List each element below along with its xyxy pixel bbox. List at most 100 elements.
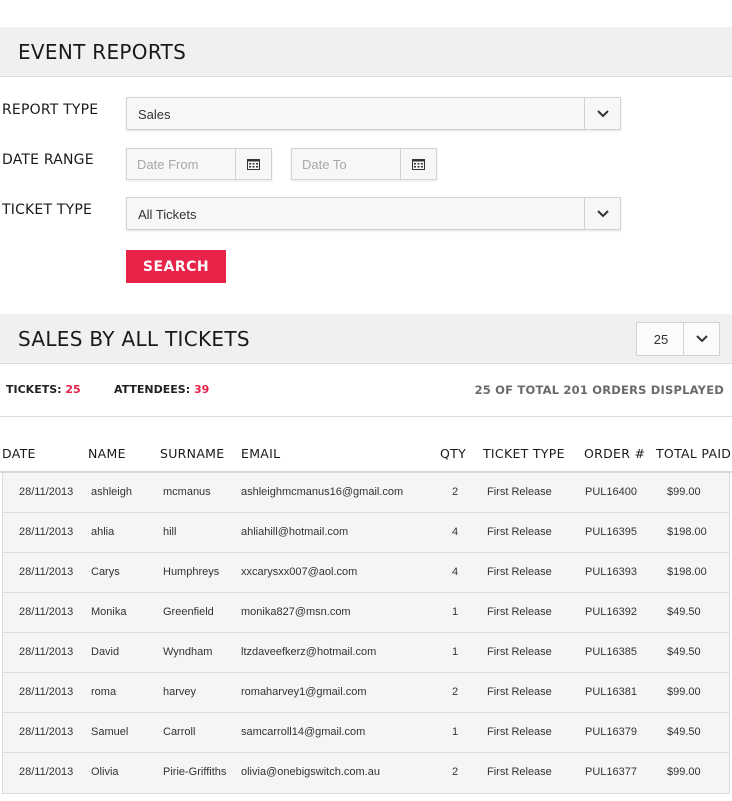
cell-ticket-type: First Release: [487, 646, 552, 658]
table-row[interactable]: 28/11/2013 ashleigh mcmanus ashleighmcma…: [3, 473, 729, 513]
cell-name: roma: [91, 686, 117, 698]
tickets-stat: TICKETS: 25: [6, 383, 81, 396]
cell-email[interactable]: samcarroll14@gmail.com: [241, 726, 365, 738]
cell-date: 28/11/2013: [19, 566, 74, 578]
cell-name: Samuel: [91, 726, 129, 738]
cell-order: PUL16393: [585, 566, 637, 578]
cell-qty: 1: [452, 606, 459, 618]
cell-total-paid: $49.50: [667, 606, 701, 618]
cell-order: PUL16377: [585, 766, 637, 778]
cell-name: Monika: [91, 606, 127, 618]
date-from-input[interactable]: [127, 149, 235, 179]
cell-ticket-type: First Release: [487, 486, 552, 498]
report-type-label: REPORT TYPE: [2, 102, 99, 118]
cell-total-paid: $99.00: [667, 766, 701, 778]
table-row[interactable]: 28/11/2013 Carys Humphreys xxcarysxx007@…: [3, 553, 729, 593]
orders-displayed-info: 25 OF TOTAL 201 ORDERS DISPLAYED: [474, 383, 724, 397]
cell-email[interactable]: romaharvey1@gmail.com: [241, 686, 367, 698]
cell-qty: 4: [452, 526, 459, 538]
chevron-down-icon[interactable]: [584, 98, 620, 129]
sales-title: SALES BY ALL TICKETS: [18, 327, 250, 351]
date-from-field[interactable]: [126, 148, 272, 180]
cell-date: 28/11/2013: [19, 526, 74, 538]
date-range-label: DATE RANGE: [2, 152, 94, 168]
cell-order: PUL16400: [585, 486, 637, 498]
column-header-ticket-type[interactable]: TICKET TYPE: [483, 446, 565, 461]
chevron-down-icon[interactable]: [683, 323, 719, 355]
cell-name: ashleigh: [91, 486, 132, 498]
cell-surname: Wyndham: [163, 646, 213, 658]
search-button[interactable]: SEARCH: [126, 250, 226, 283]
column-header-name[interactable]: NAME: [88, 446, 126, 461]
column-header-total-paid[interactable]: TOTAL PAID: [656, 446, 731, 461]
cell-qty: 2: [452, 766, 459, 778]
attendees-count: 39: [193, 383, 210, 396]
date-to-input[interactable]: [292, 149, 400, 179]
table-row[interactable]: 28/11/2013 Olivia Pirie-Griffiths olivia…: [3, 753, 729, 793]
cell-order: PUL16392: [585, 606, 637, 618]
cell-qty: 1: [452, 726, 459, 738]
cell-surname: Greenfield: [163, 606, 214, 618]
cell-order: PUL16381: [585, 686, 637, 698]
cell-surname: Carroll: [163, 726, 196, 738]
cell-ticket-type: First Release: [487, 606, 552, 618]
cell-surname: mcmanus: [163, 486, 211, 498]
column-header-qty[interactable]: QTY: [440, 446, 466, 461]
cell-surname: harvey: [163, 686, 197, 698]
cell-total-paid: $99.00: [667, 486, 701, 498]
cell-date: 28/11/2013: [19, 646, 74, 658]
event-reports-title: EVENT REPORTS: [18, 40, 187, 64]
cell-qty: 2: [452, 686, 459, 698]
cell-email[interactable]: ltzdaveefkerz@hotmail.com: [241, 646, 376, 658]
divider: [0, 416, 732, 417]
date-to-field[interactable]: [291, 148, 437, 180]
cell-qty: 1: [452, 646, 459, 658]
cell-name: Olivia: [91, 766, 119, 778]
cell-order: PUL16395: [585, 526, 637, 538]
cell-date: 28/11/2013: [19, 726, 74, 738]
table-row[interactable]: 28/11/2013 Monika Greenfield monika827@m…: [3, 593, 729, 633]
report-type-value: Sales: [138, 107, 171, 122]
table-row[interactable]: 28/11/2013 ahlia hill ahliahill@hotmail.…: [3, 513, 729, 553]
cell-email[interactable]: xxcarysxx007@aol.com: [241, 566, 357, 578]
chevron-down-icon[interactable]: [584, 198, 620, 229]
sales-table-body: 28/11/2013 ashleigh mcmanus ashleighmcma…: [2, 473, 730, 794]
cell-ticket-type: First Release: [487, 766, 552, 778]
column-header-surname[interactable]: SURNAME: [160, 446, 224, 461]
cell-email[interactable]: monika827@msn.com: [241, 606, 351, 618]
cell-date: 28/11/2013: [19, 686, 74, 698]
tickets-label: TICKETS:: [6, 383, 62, 396]
cell-total-paid: $198.00: [667, 526, 707, 538]
cell-total-paid: $198.00: [667, 566, 707, 578]
ticket-type-select[interactable]: All Tickets: [126, 197, 621, 230]
calendar-icon[interactable]: [400, 149, 436, 179]
cell-name: ahlia: [91, 526, 115, 538]
cell-name: David: [91, 646, 120, 658]
cell-ticket-type: First Release: [487, 726, 552, 738]
cell-total-paid: $99.00: [667, 686, 701, 698]
column-header-email[interactable]: EMAIL: [241, 446, 280, 461]
cell-surname: Humphreys: [163, 566, 220, 578]
per-page-select[interactable]: 25: [636, 322, 720, 356]
calendar-icon[interactable]: [235, 149, 271, 179]
cell-surname: Pirie-Griffiths: [163, 766, 227, 778]
ticket-type-value: All Tickets: [138, 207, 197, 222]
column-header-date[interactable]: DATE: [2, 446, 36, 461]
report-type-select[interactable]: Sales: [126, 97, 621, 130]
cell-date: 28/11/2013: [19, 606, 74, 618]
cell-email[interactable]: ashleighmcmanus16@gmail.com: [241, 486, 403, 498]
cell-name: Carys: [91, 566, 120, 578]
cell-email[interactable]: olivia@onebigswitch.com.au: [241, 766, 380, 778]
cell-email[interactable]: ahliahill@hotmail.com: [241, 526, 348, 538]
attendees-stat: ATTENDEES: 39: [114, 383, 209, 396]
per-page-value: 25: [653, 332, 669, 347]
cell-order: PUL16379: [585, 726, 637, 738]
cell-date: 28/11/2013: [19, 766, 74, 778]
column-header-order[interactable]: ORDER #: [584, 446, 645, 461]
table-row[interactable]: 28/11/2013 David Wyndham ltzdaveefkerz@h…: [3, 633, 729, 673]
table-row[interactable]: 28/11/2013 roma harvey romaharvey1@gmail…: [3, 673, 729, 713]
table-row[interactable]: 28/11/2013 Samuel Carroll samcarroll14@g…: [3, 713, 729, 753]
cell-ticket-type: First Release: [487, 526, 552, 538]
cell-order: PUL16385: [585, 646, 637, 658]
cell-ticket-type: First Release: [487, 566, 552, 578]
